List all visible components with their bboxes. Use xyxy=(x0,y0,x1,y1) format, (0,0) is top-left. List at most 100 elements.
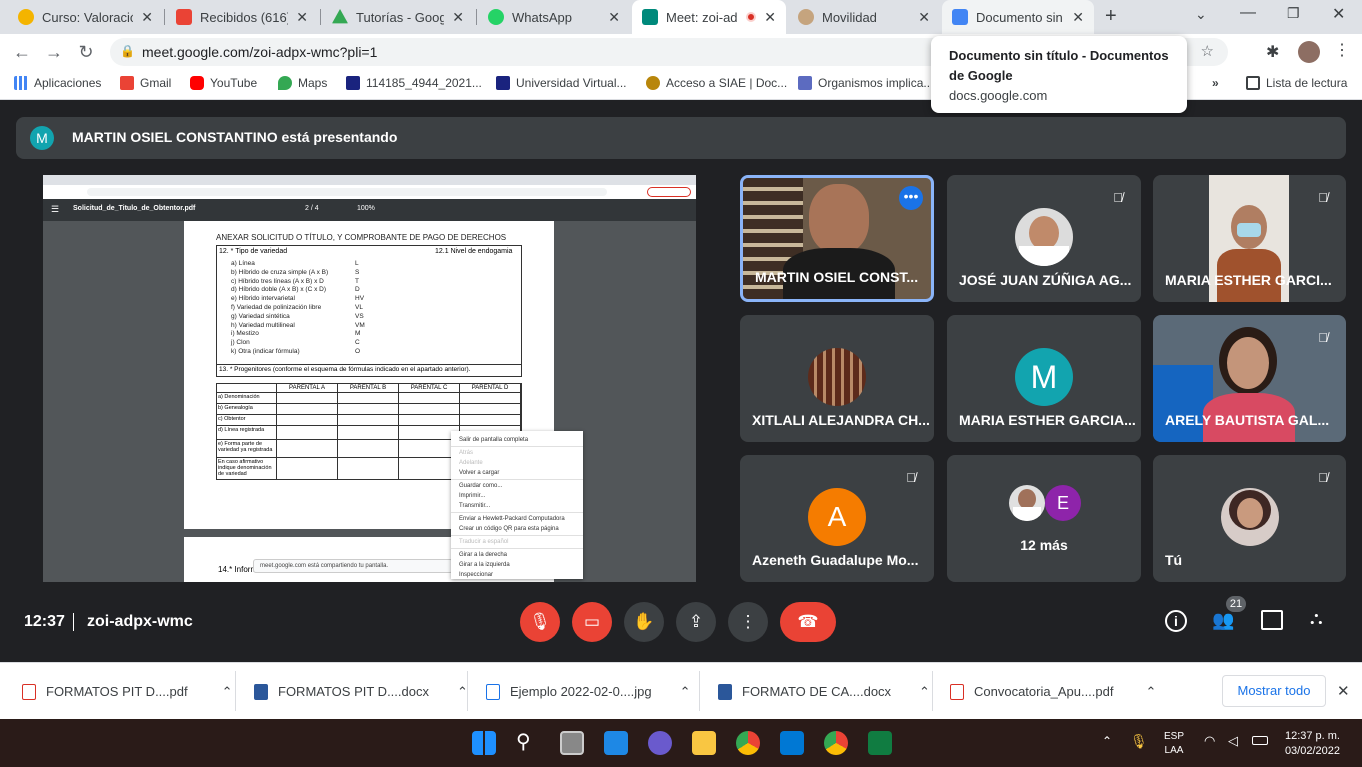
context-menu-item[interactable]: Girar a la derecha xyxy=(451,550,583,560)
close-tab-icon[interactable]: ✕ xyxy=(296,9,308,26)
shared-screen[interactable]: ☰ Solicitud_de_Titulo_de_Obtentor.pdf 2 … xyxy=(43,175,696,582)
download-item[interactable]: FORMATO DE CA....docx ⌃ xyxy=(718,663,930,720)
tab-tutorias[interactable]: Tutorías - Google ✕ xyxy=(322,0,474,34)
download-item[interactable]: FORMATOS PIT D....docx ⌃ xyxy=(254,663,468,720)
participant-tile-azeneth[interactable]: 🎙̸ A Azeneth Guadalupe Mo... xyxy=(740,455,934,582)
clock[interactable]: 12:37 p. m. 03/02/2022 xyxy=(1278,729,1340,759)
bookmark-maps[interactable]: Maps xyxy=(278,76,327,90)
forward-icon[interactable]: → xyxy=(44,42,64,62)
close-window-icon[interactable]: ✕ xyxy=(1332,4,1345,24)
participant-tile-maria-esther[interactable]: 🎙̸ MARIA ESTHER GARCI... xyxy=(1153,175,1346,302)
more-options-icon[interactable]: ••• xyxy=(899,186,923,210)
present-button[interactable]: ⇪ xyxy=(676,602,716,642)
tab-meet[interactable]: Meet: zoi-ad ✕ xyxy=(632,0,786,34)
mail-icon[interactable] xyxy=(780,731,804,755)
self-avatar xyxy=(1221,488,1279,546)
tab-gmail[interactable]: Recibidos (616) - ✕ xyxy=(166,0,318,34)
context-menu-item[interactable]: Enviar a Hewlett-Packard Computadora xyxy=(451,514,583,524)
close-downloads-icon[interactable]: ✕ xyxy=(1337,682,1350,700)
mic-off-button[interactable]: 🎙 xyxy=(520,602,560,642)
restore-icon[interactable]: ❐ xyxy=(1287,5,1300,22)
close-tab-icon[interactable]: ✕ xyxy=(918,9,930,26)
close-tab-icon[interactable]: ✕ xyxy=(452,9,464,26)
file-explorer-icon[interactable] xyxy=(692,731,716,755)
participant-tile-maria-esther-2[interactable]: M MARIA ESTHER GARCIA... xyxy=(947,315,1141,442)
new-tab-icon[interactable]: + xyxy=(1105,5,1117,28)
tab-search-chevron-icon[interactable]: ⌄ xyxy=(1195,6,1207,23)
people-icon[interactable]: 👥 xyxy=(1212,610,1234,631)
close-tab-icon[interactable]: ✕ xyxy=(141,9,153,26)
chevron-up-icon[interactable]: ⌃ xyxy=(1145,684,1156,700)
context-menu-item[interactable]: Guardar como... xyxy=(451,481,583,491)
camera-off-button[interactable]: ▭ xyxy=(572,602,612,642)
participant-tile-more[interactable]: E 12 más xyxy=(947,455,1141,582)
participant-tile-self[interactable]: 🎙̸ Tú xyxy=(1153,455,1346,582)
tab-curso[interactable]: Curso: Valoración ✕ xyxy=(8,0,163,34)
tab-movilidad[interactable]: Movilidad ✕ xyxy=(788,0,940,34)
profile-avatar[interactable] xyxy=(1298,41,1320,63)
tray-chevron-icon[interactable]: ⌃ xyxy=(1102,734,1112,748)
participant-tile-jose[interactable]: 🎙̸ JOSÉ JUAN ZÚÑIGA AG... xyxy=(947,175,1141,302)
wifi-icon[interactable]: ◠ xyxy=(1204,733,1215,749)
battery-icon[interactable] xyxy=(1252,736,1268,745)
close-tab-icon[interactable]: ✕ xyxy=(1072,9,1084,26)
context-menu-item[interactable]: Transmitir... xyxy=(451,501,583,511)
context-menu-item[interactable]: Inspeccionar xyxy=(451,570,583,580)
more-options-button[interactable]: ⋮ xyxy=(728,602,768,642)
show-all-button[interactable]: Mostrar todo xyxy=(1222,675,1326,707)
bookmark-gmail[interactable]: Gmail xyxy=(120,76,171,90)
participant-tile-martin[interactable]: ••• MARTIN OSIEL CONST... xyxy=(740,175,934,302)
raise-hand-button[interactable]: ✋ xyxy=(624,602,664,642)
participant-tile-xitlali[interactable]: XITLALI ALEJANDRA CH... xyxy=(740,315,934,442)
chat-icon[interactable] xyxy=(1261,610,1283,630)
extensions-icon[interactable]: ✱ xyxy=(1266,42,1279,62)
task-view-icon[interactable] xyxy=(560,731,584,755)
chevron-up-icon[interactable]: ⌃ xyxy=(919,684,930,700)
tab-whatsapp[interactable]: WhatsApp ✕ xyxy=(478,0,630,34)
meeting-info-icon[interactable]: i xyxy=(1165,610,1187,632)
bookmark-114185[interactable]: 114185_4944_2021... xyxy=(346,76,482,90)
context-menu-item[interactable]: Girar a la izquierda xyxy=(451,560,583,570)
context-menu-item[interactable]: Imprimir... xyxy=(451,491,583,501)
bookmark-youtube[interactable]: YouTube xyxy=(190,76,257,90)
volume-icon[interactable]: ◁ xyxy=(1228,733,1238,749)
reading-list[interactable]: Lista de lectura xyxy=(1246,76,1347,90)
context-menu-item[interactable]: Crear un código QR para esta página xyxy=(451,524,583,534)
reload-icon[interactable]: ↻ xyxy=(76,42,96,62)
participant-avatar xyxy=(808,348,866,406)
activities-icon[interactable]: ⛬ xyxy=(1310,608,1323,629)
context-menu-item[interactable]: Volver a cargar xyxy=(451,468,583,478)
participant-tile-arely[interactable]: 🎙̸ ARELY BAUTISTA GAL... xyxy=(1153,315,1346,442)
context-menu-item[interactable]: Salir de pantalla completa xyxy=(451,435,583,445)
context-menu-item[interactable]: Atrás xyxy=(451,448,583,458)
bookmark-universidad[interactable]: Universidad Virtual... xyxy=(496,76,627,90)
download-item[interactable]: FORMATOS PIT D....pdf ⌃ xyxy=(22,663,233,720)
leave-call-button[interactable]: ☎ xyxy=(780,602,836,642)
bookmark-organismos[interactable]: Organismos implica... xyxy=(798,76,933,90)
chevron-up-icon[interactable]: ⌃ xyxy=(222,684,233,700)
bookmarks-overflow-icon[interactable]: » xyxy=(1212,76,1219,90)
bookmark-star-icon[interactable]: ☆ xyxy=(1201,42,1214,60)
close-tab-icon[interactable]: ✕ xyxy=(608,9,620,26)
language-indicator[interactable]: ESP LAA xyxy=(1164,730,1184,758)
widgets-icon[interactable] xyxy=(604,731,628,755)
close-tab-icon[interactable]: ✕ xyxy=(764,9,776,26)
chat-teams-icon[interactable] xyxy=(648,731,672,755)
download-item[interactable]: Convocatoria_Apu....pdf ⌃ xyxy=(950,663,1156,720)
context-menu-item[interactable]: Adelante xyxy=(451,458,583,468)
tab-documento[interactable]: Documento sin t ✕ xyxy=(942,0,1094,34)
bookmark-siae[interactable]: Acceso a SIAE | Doc... xyxy=(646,76,787,90)
context-menu-item[interactable]: Traducir a español xyxy=(451,537,583,547)
bookmark-apps[interactable]: Aplicaciones xyxy=(14,76,101,90)
microphone-tray-icon[interactable]: 🎙 xyxy=(1130,733,1148,750)
back-icon[interactable]: ← xyxy=(12,42,32,62)
minimize-icon[interactable]: — xyxy=(1240,4,1256,22)
chrome-icon[interactable] xyxy=(736,731,760,755)
chevron-up-icon[interactable]: ⌃ xyxy=(680,684,691,700)
excel-icon[interactable] xyxy=(868,731,892,755)
menu-icon[interactable]: ⋮ xyxy=(1334,40,1350,60)
download-item[interactable]: Ejemplo 2022-02-0....jpg ⌃ xyxy=(486,663,691,720)
windows-start-icon[interactable] xyxy=(472,731,496,755)
chrome-profile-icon[interactable] xyxy=(824,731,848,755)
search-icon[interactable]: ⚲ xyxy=(516,729,531,754)
